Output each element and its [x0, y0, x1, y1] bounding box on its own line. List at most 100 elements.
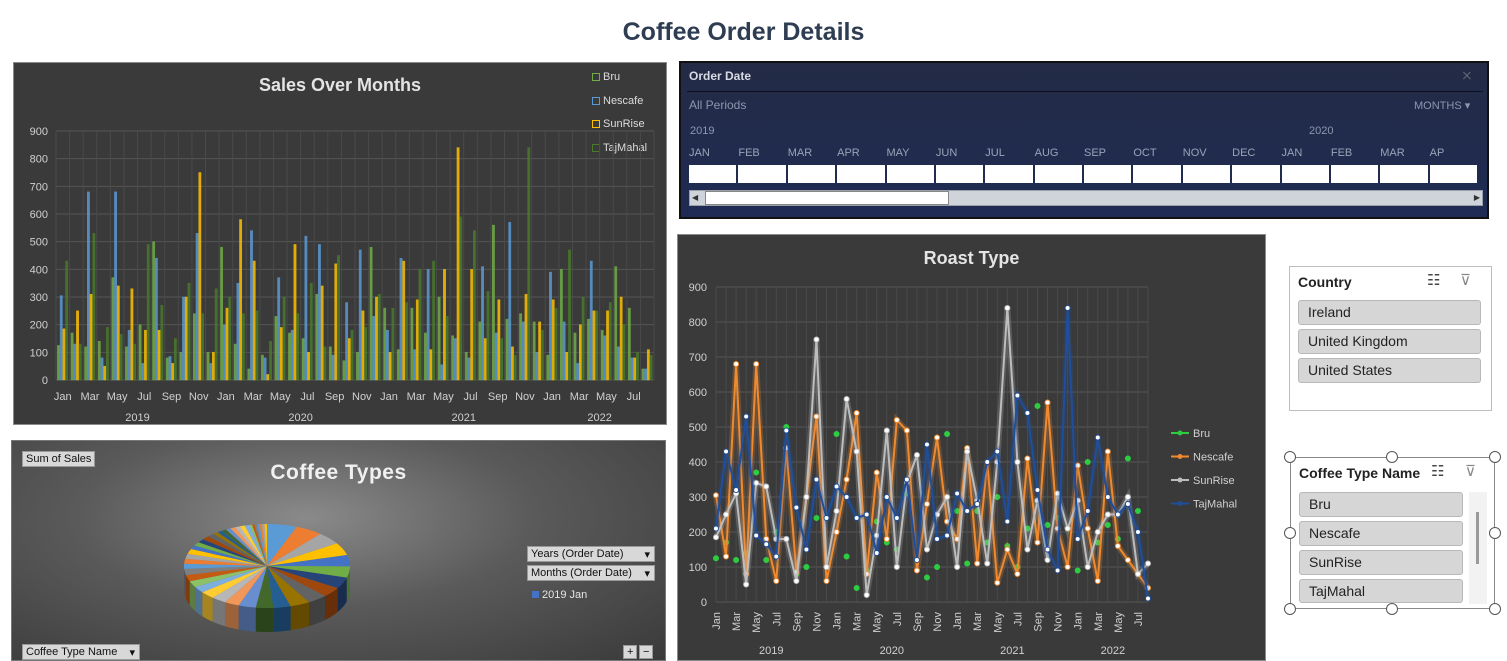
years-filter-button[interactable]: Years (Order Date) ▾ — [527, 546, 655, 562]
bar-bru — [573, 332, 577, 381]
slicer-item-united-kingdom[interactable]: United Kingdom — [1298, 329, 1481, 354]
timeline-unit-select[interactable]: MONTHS ▾ — [1414, 99, 1470, 112]
bar-nescafe — [562, 321, 566, 381]
point-sunrise — [1014, 459, 1021, 465]
resize-handle[interactable] — [1489, 527, 1501, 539]
x-tick-label: Nov — [811, 612, 823, 632]
point-tajmahal — [944, 532, 951, 539]
point-bru — [733, 557, 740, 563]
point-nescafe — [974, 560, 981, 567]
bar-sunrise — [144, 329, 147, 381]
bar-tajmahal — [622, 324, 626, 381]
timeline-month-label: MAR — [787, 147, 813, 159]
bar-sunrise — [307, 352, 310, 381]
timeline-month-bar[interactable] — [1034, 165, 1082, 183]
slicer-item-united-states[interactable]: United States — [1298, 358, 1481, 383]
timeline-month-bar[interactable] — [1232, 165, 1280, 183]
bar-nescafe — [209, 363, 213, 381]
clear-filter-icon[interactable]: ⊽ — [1460, 271, 1471, 289]
bar-sunrise — [606, 310, 609, 381]
bar-tajmahal — [241, 313, 245, 381]
resize-handle[interactable] — [1489, 603, 1501, 615]
resize-handle[interactable] — [1386, 451, 1398, 463]
point-sunrise — [913, 452, 920, 458]
bar-nescafe — [304, 235, 308, 381]
timeline-month-bar[interactable] — [738, 165, 786, 183]
bar-sunrise — [402, 260, 406, 381]
months-filter-button[interactable]: Months (Order Date) ▾ — [527, 565, 655, 581]
bar-nescafe — [331, 354, 335, 381]
expand-button[interactable]: + — [623, 645, 638, 659]
timeline-month-bar[interactable] — [689, 165, 737, 183]
point-tajmahal — [1124, 501, 1131, 507]
timeline-month-bar[interactable] — [837, 165, 885, 183]
country-slicer[interactable]: Country ☷ ⊽ Ireland United Kingdom Unite… — [1289, 266, 1492, 411]
timeline-month-label: SEP — [1084, 147, 1107, 159]
timeline-month-bar[interactable] — [1133, 165, 1181, 183]
x-tick-label: Sep — [162, 391, 182, 403]
x-tick-label: Jul — [1133, 612, 1145, 626]
roast-type-chart[interactable]: Roast Type 900 800 700 600 500 400 300 200 100 0 J… — [677, 234, 1266, 661]
x-tick-label: Mar — [972, 612, 984, 631]
resize-handle[interactable] — [1284, 527, 1296, 539]
sales-over-months-chart[interactable]: Sales Over Months Bru Nescafe SunRise Ta… — [13, 62, 667, 425]
coffee-type-name-button[interactable]: Coffee Type Name ▾ — [22, 644, 140, 660]
x-tick-label: Jul — [1012, 612, 1024, 626]
bar-bru — [315, 293, 319, 381]
timeline-month-bar[interactable] — [1084, 165, 1132, 183]
point-bru — [1074, 567, 1081, 574]
coffee-types-pie-chart[interactable]: Sum of Sales Coffee Types Years (Order D… — [11, 440, 666, 661]
bar-nescafe — [644, 368, 648, 381]
y-tick-label: 600 — [30, 209, 48, 221]
resize-handle[interactable] — [1284, 603, 1296, 615]
order-date-timeline[interactable]: Order Date ⨯ All Periods MONTHS ▾ 2019 2… — [679, 61, 1489, 219]
bar-sunrise — [388, 352, 392, 381]
bar-sunrise — [470, 269, 474, 381]
timeline-month-bar[interactable] — [985, 165, 1033, 183]
timeline-month-bar[interactable] — [1380, 165, 1428, 183]
bar-tajmahal — [296, 313, 300, 381]
bar-sunrise — [320, 285, 324, 381]
selection-frame — [1290, 457, 1495, 609]
clear-filter-icon[interactable]: ⨯ — [1461, 67, 1473, 84]
timeline-month-bar[interactable] — [787, 165, 836, 183]
bar-bru — [342, 360, 346, 381]
point-tajmahal — [913, 557, 920, 563]
bar-tajmahal — [432, 260, 436, 381]
resize-handle[interactable] — [1284, 451, 1296, 463]
bar-bru — [505, 318, 509, 381]
year-label: 2020 — [288, 412, 312, 424]
resize-handle[interactable] — [1386, 603, 1398, 615]
resize-handle[interactable] — [1489, 451, 1501, 463]
bar-bru — [532, 321, 536, 381]
timeline-month-bar[interactable] — [1182, 165, 1231, 183]
timeline-month-bar[interactable] — [935, 165, 984, 183]
scroll-left-icon[interactable]: ◀ — [692, 193, 698, 202]
bar-sunrise — [429, 349, 433, 381]
timeline-months[interactable]: JAN FEB MAR APR MAY JUN JUL AUG SEP OCT NOV DEC JAN F… — [689, 147, 1479, 187]
y-tick-label: 300 — [30, 292, 48, 304]
bar-bru — [383, 307, 387, 381]
point-sunrise — [713, 534, 719, 541]
bar-nescafe — [358, 249, 362, 381]
bar-tajmahal — [581, 296, 585, 381]
timeline-scrollbar[interactable]: ◀ ▶ — [689, 190, 1483, 206]
scroll-right-icon[interactable]: ▶ — [1474, 193, 1480, 202]
point-tajmahal — [833, 483, 840, 490]
timeline-month-bar[interactable] — [886, 165, 934, 183]
bar-tajmahal — [65, 260, 69, 381]
timeline-month-label: FEB — [738, 147, 760, 159]
multi-select-icon[interactable]: ☷ — [1427, 271, 1440, 289]
bar-tajmahal — [146, 244, 150, 381]
timeline-month-bar[interactable] — [1429, 165, 1477, 183]
timeline-month-bar[interactable] — [1330, 165, 1379, 183]
timeline-header: Order Date — [689, 69, 752, 83]
collapse-button[interactable]: − — [639, 645, 654, 659]
scroll-thumb[interactable] — [705, 191, 949, 205]
point-nescafe — [1044, 399, 1051, 406]
country-slicer-title: Country — [1298, 274, 1352, 290]
timeline-month-bar[interactable] — [1281, 165, 1329, 183]
slicer-item-ireland[interactable]: Ireland — [1298, 300, 1481, 325]
y-tick-label: 900 — [689, 282, 707, 294]
bar-nescafe — [182, 296, 185, 381]
